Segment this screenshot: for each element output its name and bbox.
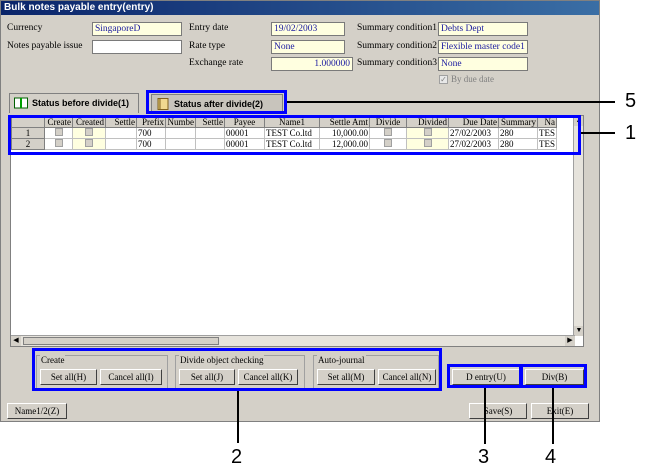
callout-frame-2 <box>32 348 442 391</box>
by-due-date-label: By due date <box>451 74 494 84</box>
callout-number-2: 2 <box>231 446 243 468</box>
summary3-label: Summary condition3 <box>357 58 437 68</box>
summary2-field[interactable]: Flexible master code1 <box>438 40 528 54</box>
horizontal-scrollbar[interactable]: ◀ ▶ <box>11 335 575 346</box>
tab-status-before-divide[interactable]: Status before divide(1) <box>9 93 139 113</box>
currency-label: Currency <box>7 23 43 33</box>
callout-frame-1 <box>8 115 581 155</box>
callout-leader-1 <box>581 132 615 134</box>
exchange-rate-label: Exchange rate <box>189 58 244 68</box>
scroll-right-icon[interactable]: ▶ <box>565 336 575 346</box>
currency-field[interactable]: SingaporeD <box>92 22 182 36</box>
callout-number-4: 4 <box>545 446 557 468</box>
save-button[interactable]: Save(S) <box>469 403 527 419</box>
notes-payable-issue-label: Notes payable issue <box>7 41 83 51</box>
callout-leader-5 <box>287 101 615 103</box>
callout-leader-4 <box>552 388 554 444</box>
checkmark-icon: ✓ <box>439 75 448 85</box>
callout-frame-3 <box>447 364 522 388</box>
rate-type-field[interactable]: None <box>271 40 345 54</box>
callout-number-5: 5 <box>625 90 637 112</box>
callout-number-3: 3 <box>478 446 490 468</box>
callout-frame-5 <box>146 90 287 114</box>
summary2-label: Summary condition2 <box>357 41 437 51</box>
entry-date-label: Entry date <box>189 23 229 33</box>
scroll-thumb[interactable] <box>23 337 219 345</box>
notes-payable-issue-field[interactable] <box>92 40 182 54</box>
callout-leader-2 <box>237 391 239 443</box>
name-toggle-button[interactable]: Name1/2(Z) <box>7 403 67 419</box>
rate-type-label: Rate type <box>189 41 226 51</box>
entry-date-field[interactable]: 19/02/2003 <box>271 22 345 36</box>
by-due-date-checkbox[interactable]: ✓ By due date <box>439 74 494 85</box>
window-title: Bulk notes payable entry(entry) <box>1 1 599 15</box>
summary1-field[interactable]: Debts Dept <box>438 22 528 36</box>
scroll-down-icon[interactable]: ▼ <box>574 326 583 336</box>
summary3-field[interactable]: None <box>438 57 528 71</box>
callout-frame-4 <box>520 364 587 388</box>
exit-button[interactable]: Exit(E) <box>531 403 589 419</box>
summary1-label: Summary condition1 <box>357 23 437 33</box>
book-icon <box>14 97 28 109</box>
scroll-left-icon[interactable]: ◀ <box>11 336 21 346</box>
tab-label: Status before divide(1) <box>32 98 130 108</box>
callout-number-1: 1 <box>625 122 637 144</box>
exchange-rate-field[interactable]: 1.000000 <box>271 57 353 71</box>
callout-leader-3 <box>484 388 486 444</box>
